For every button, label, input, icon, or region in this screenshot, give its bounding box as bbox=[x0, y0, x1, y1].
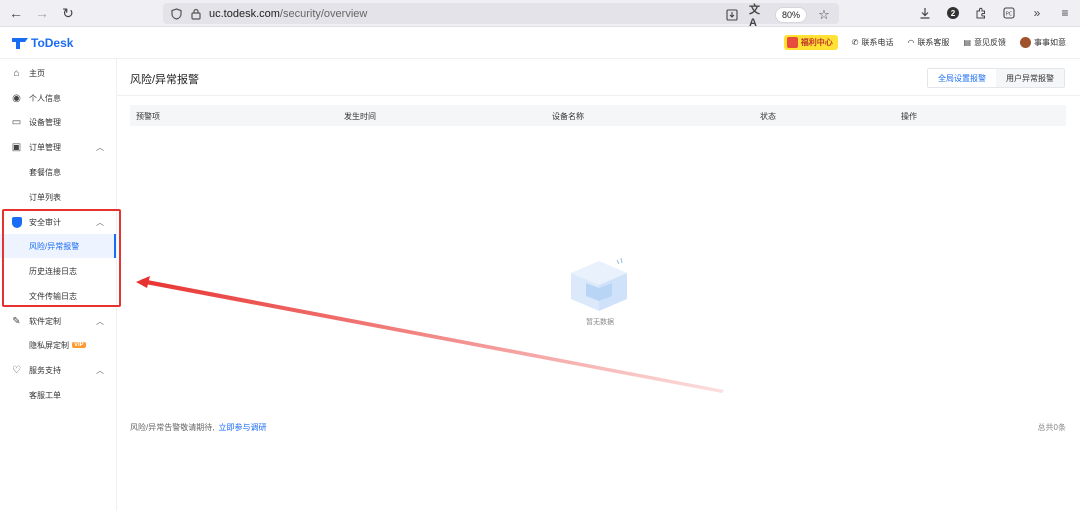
sidebar-item-label: 客服工单 bbox=[29, 390, 61, 400]
wrench-icon: ✎ bbox=[12, 315, 21, 327]
extensions-icon[interactable] bbox=[972, 3, 990, 23]
annotation-highlight-box bbox=[2, 209, 121, 307]
sidebar-item-orders[interactable]: ▣ 订单管理 ︿ bbox=[0, 135, 116, 159]
forward-arrow-icon[interactable]: → bbox=[30, 1, 54, 25]
zoom-level[interactable]: 80% bbox=[774, 7, 807, 23]
url-domain: uc.todesk.com bbox=[209, 7, 280, 20]
chevron-up-icon[interactable]: ︿ bbox=[96, 316, 104, 327]
sidebar-item-tickets[interactable]: 客服工单 bbox=[0, 383, 116, 407]
alert-tabs: 全局设置报警 用户异常报警 bbox=[927, 68, 1065, 88]
table-header: 预警项 发生时间 设备名称 状态 操作 bbox=[130, 105, 1066, 126]
url-path: /security/overview bbox=[279, 7, 368, 20]
back-arrow-icon[interactable]: ← bbox=[4, 1, 28, 25]
column-header-alert-item: 预警项 bbox=[136, 112, 160, 121]
todesk-logo-icon bbox=[12, 38, 28, 49]
sidebar-item-customization[interactable]: ✎ 软件定制 ︿ bbox=[0, 309, 116, 333]
browser-toolbar: ← → ↻ uc.todesk.com/security/overview 文A… bbox=[0, 0, 1080, 29]
vip-badge: VIP bbox=[72, 342, 86, 348]
user-name: 事事如意 bbox=[1034, 38, 1066, 47]
empty-state-text: 暂无数据 bbox=[586, 319, 614, 326]
contact-phone-button[interactable]: ✆ 联系电话 bbox=[852, 37, 894, 48]
url-bar[interactable]: uc.todesk.com/security/overview 文A 80% ☆ bbox=[163, 3, 839, 29]
menu-icon[interactable]: ≡ bbox=[1056, 3, 1074, 23]
total-count: 总共0条 bbox=[1037, 423, 1066, 432]
translate-icon[interactable]: 文A bbox=[749, 4, 767, 29]
feedback-button[interactable]: ▤ 意见反馈 bbox=[963, 37, 1006, 48]
sidebar-item-label: 服务支持 bbox=[29, 365, 61, 375]
app-header: ToDesk 福利中心 ✆ 联系电话 ◠ 联系客服 ▤ 意见反馈 事事如意 bbox=[0, 27, 1080, 59]
tab-user-alerts[interactable]: 用户异常报警 bbox=[996, 69, 1064, 87]
feedback-label: 意见反馈 bbox=[974, 38, 1006, 47]
phone-icon: ✆ bbox=[851, 38, 859, 47]
sidebar-item-devices[interactable]: ▭ 设备管理 bbox=[0, 110, 116, 134]
todesk-logo[interactable]: ToDesk bbox=[12, 36, 73, 50]
url-text: uc.todesk.com/security/overview bbox=[209, 8, 367, 20]
reload-icon[interactable]: ↻ bbox=[56, 1, 80, 25]
svg-text:PC: PC bbox=[1006, 12, 1013, 18]
account-icon[interactable]: 2 bbox=[944, 3, 962, 23]
survey-link[interactable]: 立即参与调研 bbox=[218, 423, 266, 432]
welfare-label: 福利中心 bbox=[800, 38, 833, 47]
contact-support-button[interactable]: ◠ 联系客服 bbox=[907, 37, 949, 48]
column-header-status: 状态 bbox=[760, 112, 776, 121]
column-header-actions: 操作 bbox=[901, 112, 917, 121]
column-header-device: 设备名称 bbox=[552, 112, 584, 121]
sidebar-item-label: 主页 bbox=[29, 68, 45, 78]
chevron-up-icon[interactable]: ︿ bbox=[96, 142, 104, 153]
sidebar-item-label: 套餐信息 bbox=[29, 167, 61, 177]
footer-note: 风险/异常告警敬请期待, 立即参与调研 bbox=[130, 422, 266, 433]
page-title: 风险/异常报警 bbox=[130, 74, 200, 86]
sidebar-item-home[interactable]: ⌂ 主页 bbox=[0, 61, 116, 85]
sidebar-item-support[interactable]: ♡ 服务支持 ︿ bbox=[0, 358, 116, 382]
heart-icon: ♡ bbox=[12, 364, 21, 376]
message-icon: ▤ bbox=[963, 38, 971, 47]
logo-text: ToDesk bbox=[31, 36, 74, 50]
gift-icon bbox=[786, 37, 798, 48]
shield-outline-icon[interactable] bbox=[169, 7, 183, 21]
sidebar-item-label: 个人信息 bbox=[29, 93, 61, 103]
contact-phone-label: 联系电话 bbox=[861, 38, 894, 47]
sidebar-item-order-list[interactable]: 订单列表 bbox=[0, 185, 116, 209]
divider bbox=[117, 95, 1080, 96]
sidebar-item-label: 软件定制 bbox=[29, 316, 61, 326]
chevron-up-icon[interactable]: ︿ bbox=[96, 365, 104, 376]
tab-global-alerts[interactable]: 全局设置报警 bbox=[928, 69, 996, 87]
download-page-icon[interactable] bbox=[723, 5, 741, 25]
lock-icon[interactable] bbox=[189, 7, 203, 21]
sidebar-item-profile[interactable]: ◉ 个人信息 bbox=[0, 86, 116, 110]
pc-extension-icon[interactable]: PC bbox=[1000, 3, 1018, 23]
user-circle-icon: ◉ bbox=[12, 92, 21, 104]
welfare-center-button[interactable]: 福利中心 bbox=[783, 35, 838, 50]
home-icon: ⌂ bbox=[13, 67, 20, 79]
sidebar-item-label: 订单管理 bbox=[29, 142, 61, 152]
user-menu[interactable]: 事事如意 bbox=[1020, 37, 1066, 48]
sidebar-item-label: 隐私屏定制 bbox=[29, 340, 69, 350]
avatar bbox=[1020, 37, 1031, 48]
contact-support-label: 联系客服 bbox=[917, 38, 950, 47]
device-icon: ▭ bbox=[11, 116, 22, 128]
sidebar-item-plan-info[interactable]: 套餐信息 bbox=[0, 160, 116, 184]
sidebar-item-privacy-screen[interactable]: 隐私屏定制 VIP bbox=[0, 333, 116, 357]
overflow-chevrons-icon[interactable]: » bbox=[1028, 3, 1046, 23]
column-header-time: 发生时间 bbox=[344, 112, 376, 121]
downloads-icon[interactable] bbox=[916, 3, 934, 23]
headset-icon: ◠ bbox=[907, 38, 915, 47]
bookmark-star-icon[interactable]: ☆ bbox=[815, 5, 833, 25]
sidebar-item-label: 设备管理 bbox=[29, 117, 61, 127]
order-icon: ▣ bbox=[11, 141, 22, 153]
sidebar-item-label: 订单列表 bbox=[29, 192, 61, 202]
footer-text: 风险/异常告警敬请期待, bbox=[130, 423, 215, 432]
